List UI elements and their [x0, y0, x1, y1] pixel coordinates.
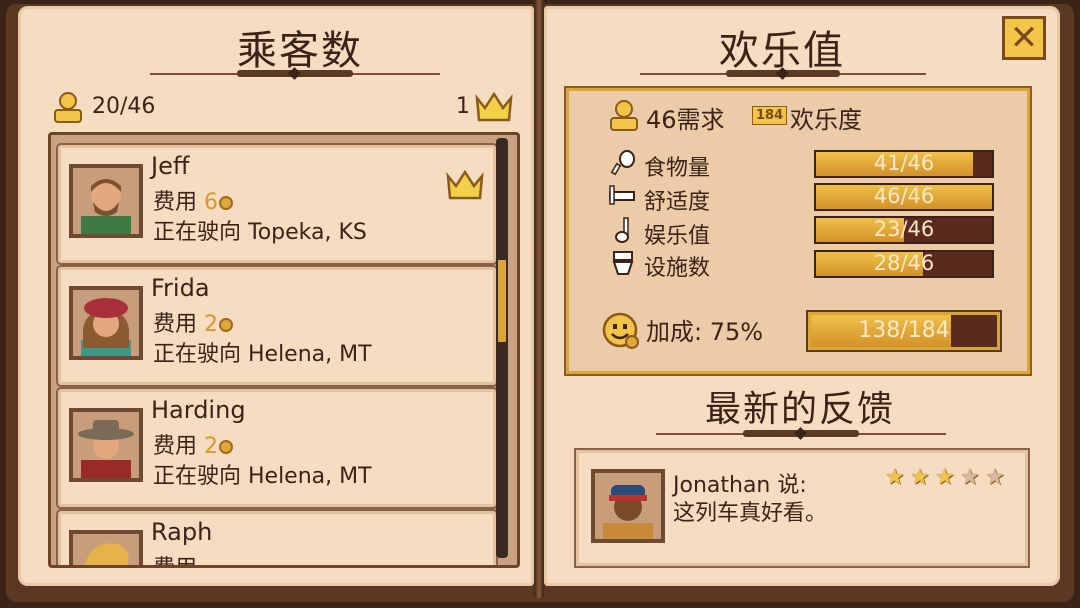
passenger-name: Jeff [151, 152, 190, 180]
passenger-fee: 费用 [153, 550, 197, 565]
food-icon [610, 150, 635, 176]
comfort-bar: 46/46 [814, 183, 994, 211]
passenger-name: Frida [151, 274, 210, 302]
star-empty-icon: ★ [960, 465, 980, 490]
bonus-bar: 138/184 [806, 310, 1002, 352]
reviewer-portrait [591, 469, 665, 543]
close-button[interactable]: ✕ [1002, 16, 1046, 60]
passenger-fee: 费用 2 [153, 306, 234, 338]
star-empty-icon: ★ [985, 465, 1005, 490]
scrollbar-thumb[interactable] [496, 258, 508, 344]
facilities-bar: 28/46 [814, 250, 994, 278]
stat-label: 食物量 [644, 156, 711, 181]
passenger-count: 20/46 [92, 94, 156, 119]
passenger-list-scrollbar[interactable] [496, 138, 508, 558]
passenger-portrait [69, 164, 143, 238]
passenger-name: Raph [151, 518, 213, 546]
coin-icon [219, 318, 234, 332]
bonus-label: 加成: 75% [646, 318, 764, 346]
title-ornament [640, 67, 926, 80]
book-spine [534, 0, 544, 598]
passenger-card[interactable]: Harding 费用 2 正在驶向 Helena, MT [58, 389, 496, 507]
bed-icon [609, 185, 635, 205]
passenger-destination: 正在驶向 Topeka, KS [153, 220, 367, 245]
passenger-portrait [69, 286, 143, 360]
passenger-card[interactable]: Frida 费用 2 正在驶向 Helena, MT [58, 267, 496, 385]
stat-label: 设施数 [644, 256, 711, 281]
music-note-icon [615, 217, 629, 243]
feedback-card: Jonathan 说: 这列车真好看。 ★ ★ ★ ★ ★ [576, 450, 1028, 566]
feedback-message: 这列车真好看。 [673, 501, 828, 526]
happy-face-icon [602, 312, 639, 349]
toilet-icon [612, 251, 634, 275]
close-icon: ✕ [1009, 18, 1039, 58]
vip-count: 1 [456, 94, 470, 119]
food-bar: 41/46 [814, 150, 994, 178]
passenger-list[interactable]: Jeff 费用 6 正在驶向 Topeka, KS Frida 费用 2 正在驶… [48, 132, 520, 568]
star-filled-icon: ★ [910, 465, 930, 490]
passenger-card[interactable]: Jeff 费用 6 正在驶向 Topeka, KS [58, 145, 496, 263]
star-filled-icon: ★ [885, 465, 905, 490]
title-ornament [656, 427, 946, 440]
entertainment-bar: 23/46 [814, 216, 994, 244]
crown-icon [475, 91, 513, 122]
vip-crown-icon [446, 169, 484, 200]
demand-suffix: 欢乐度 [790, 106, 862, 134]
coin-icon [219, 440, 234, 454]
stat-label: 娱乐值 [644, 224, 711, 249]
passenger-card[interactable]: Raph 费用 [58, 511, 496, 565]
demand-count: 46需求 [646, 106, 725, 134]
passenger-portrait [69, 530, 143, 565]
passenger-destination: 正在驶向 Helena, MT [153, 342, 372, 367]
passenger-fee: 费用 2 [153, 428, 234, 460]
title-ornament [150, 67, 440, 80]
star-filled-icon: ★ [935, 465, 955, 490]
passenger-icon [610, 100, 638, 131]
passenger-name: Harding [151, 396, 246, 424]
passenger-portrait [69, 408, 143, 482]
stat-label: 舒适度 [644, 190, 711, 215]
passenger-icon [54, 92, 82, 123]
demand-points-badge: 184 [752, 106, 788, 125]
coin-icon [219, 196, 234, 210]
feedback-title: 最新的反馈 [704, 389, 895, 430]
passenger-fee: 费用 6 [153, 184, 234, 216]
passenger-destination: 正在驶向 Helena, MT [153, 464, 372, 489]
